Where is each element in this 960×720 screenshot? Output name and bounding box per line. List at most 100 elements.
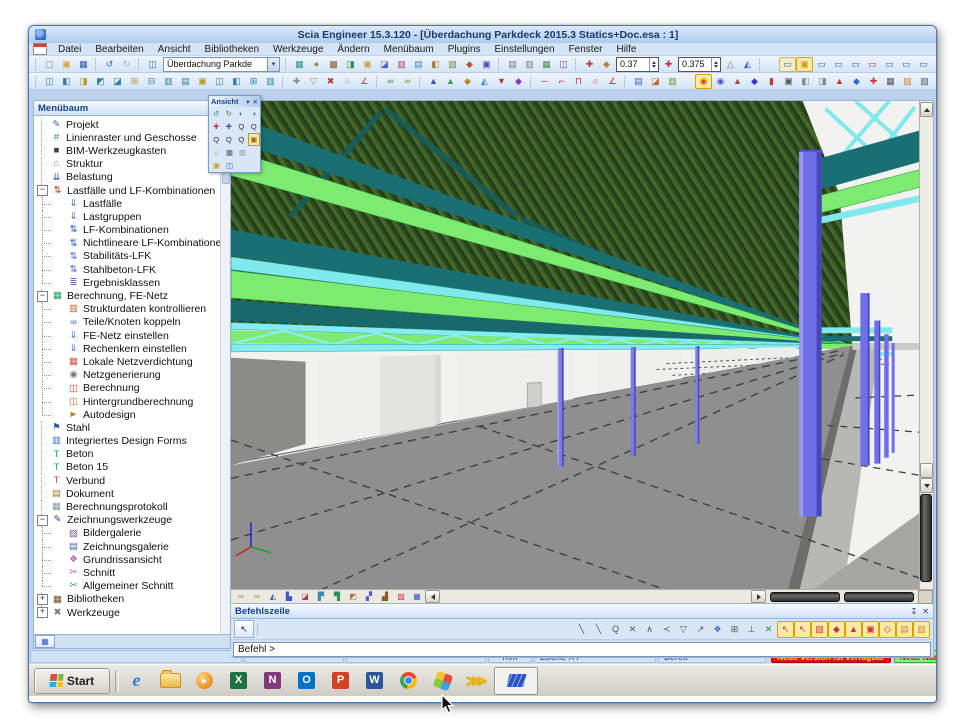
toolbar-grip[interactable] bbox=[35, 59, 38, 70]
section-tool-icon-11[interactable]: ◫ bbox=[211, 74, 228, 89]
ansicht-tool-4-1[interactable]: ☼ bbox=[210, 146, 223, 159]
snap-tool-icon-21[interactable]: ▥ bbox=[913, 621, 930, 638]
result-tool-icon-10[interactable]: ◆ bbox=[848, 74, 865, 89]
collapse-icon[interactable]: − bbox=[37, 291, 48, 302]
tree-item-bildergalerie[interactable]: ▧Bildergalerie bbox=[34, 527, 220, 540]
model-tool-icon-7[interactable]: ▥ bbox=[393, 57, 410, 72]
layer-tool-icon-4[interactable]: ▙ bbox=[281, 590, 297, 604]
model-tool-icon-12[interactable]: ▣ bbox=[478, 57, 495, 72]
tree-item-nichtlineare-lf-kombinationen[interactable]: ⇅Nichtlineare LF-Kombinationen bbox=[34, 237, 220, 250]
layer-tool-icon-2[interactable]: ∞ bbox=[249, 590, 265, 604]
section-tool-icon-14[interactable]: ▥ bbox=[262, 74, 279, 89]
layer-tool-icon-7[interactable]: ▜ bbox=[329, 590, 345, 604]
tree-item-berechnung-fe-netz[interactable]: −▦Berechnung, FE-Netz bbox=[34, 289, 220, 302]
snap-tool-icon-10[interactable]: ⊞ bbox=[726, 621, 743, 638]
start-button[interactable]: Start bbox=[34, 668, 110, 694]
toolbar-grip[interactable] bbox=[498, 59, 501, 70]
snap-tool-icon-18[interactable]: ▣ bbox=[862, 621, 879, 638]
tree-item-stahlbeton-lfk[interactable]: ⇅Stahlbeton-LFK bbox=[34, 263, 220, 276]
layer-tool-icon-10[interactable]: ▟ bbox=[377, 590, 393, 604]
taskbar-internet-explorer[interactable]: e bbox=[124, 668, 149, 694]
taskbar-chrome[interactable] bbox=[396, 668, 421, 694]
section-tool-icon-10[interactable]: ▣ bbox=[194, 74, 211, 89]
result-tool-icon-7[interactable]: ◧ bbox=[797, 74, 814, 89]
title-bar[interactable]: Scia Engineer 15.3.120 - [Überdachung Pa… bbox=[29, 26, 936, 43]
ansicht-tool-5-2[interactable]: ◫ bbox=[223, 159, 236, 172]
scroll-left-icon[interactable] bbox=[425, 590, 440, 603]
project-combo[interactable]: Überdachung Parkde ▾ bbox=[163, 57, 280, 72]
layer-tool-icon-1[interactable]: ∞ bbox=[233, 590, 249, 604]
result-tool-icon-4[interactable]: ◆ bbox=[746, 74, 763, 89]
section-tool-icon-4[interactable]: ◩ bbox=[92, 74, 109, 89]
scale-extra-icon-1[interactable]: △ bbox=[722, 57, 739, 72]
section-tool-icon-1[interactable]: ◫ bbox=[41, 74, 58, 89]
command-input[interactable]: Befehl > bbox=[233, 642, 931, 657]
tree-item-stabilit-ts-lfk[interactable]: ⇅Stabilitäts-LFK bbox=[34, 250, 220, 263]
taskbar-onenote[interactable]: N bbox=[260, 668, 285, 694]
select-tool-icon-2[interactable]: ▽ bbox=[305, 74, 322, 89]
tree-item-allgemeiner-schnitt[interactable]: ✂Allgemeiner Schnitt bbox=[34, 580, 220, 593]
scale-spinner-1[interactable]: 0.37 bbox=[616, 57, 659, 72]
taskbar-powerpoint[interactable]: P bbox=[328, 668, 353, 694]
scroll-right-icon[interactable] bbox=[751, 590, 766, 603]
tree-item-bibliotheken[interactable]: +▦Bibliotheken bbox=[34, 593, 220, 606]
section-tool-icon-13[interactable]: ⊞ bbox=[245, 74, 262, 89]
view-window-tool-icon-6[interactable]: ▭ bbox=[864, 57, 881, 72]
section-tool-icon-5[interactable]: ◪ bbox=[109, 74, 126, 89]
activity-tool-icon-4[interactable]: ◭ bbox=[476, 74, 493, 89]
combo-dropdown-icon[interactable]: ▾ bbox=[267, 58, 279, 71]
tree-item-dokument[interactable]: ▤Dokument bbox=[34, 487, 220, 500]
tree-item-hintergrundberechnung[interactable]: ◫Hintergrundberechnung bbox=[34, 395, 220, 408]
toolbar-grip[interactable] bbox=[95, 59, 98, 70]
taskbar-windows-explorer[interactable] bbox=[158, 668, 183, 694]
snap-tool-icon-1[interactable]: ╲ bbox=[573, 621, 590, 638]
menu-bearbeiten[interactable]: Bearbeiten bbox=[88, 44, 150, 55]
select-tool-icon-5[interactable]: ∠ bbox=[356, 74, 373, 89]
ansicht-tool-1-2[interactable]: ↻ bbox=[223, 107, 236, 120]
befehlszeile-header[interactable]: Befehlszeile ↧ ✕ bbox=[231, 604, 933, 619]
expand-icon[interactable]: + bbox=[37, 607, 48, 618]
section-tool-icon-12[interactable]: ◧ bbox=[228, 74, 245, 89]
result-tool-icon-3[interactable]: ▲ bbox=[729, 74, 746, 89]
tree-item-stahl[interactable]: ⚑Stahl bbox=[34, 421, 220, 434]
draw-tool-icon-2[interactable]: ⌐ bbox=[553, 74, 570, 89]
menu-fenster[interactable]: Fenster bbox=[562, 44, 610, 55]
ansicht-tool-3-1[interactable]: Q bbox=[210, 133, 223, 146]
tree-item-lf-kombinationen[interactable]: ⇅LF-Kombinationen bbox=[34, 224, 220, 237]
activity-tool-icon-1[interactable]: ▲ bbox=[425, 74, 442, 89]
tree-item-beton-15[interactable]: TBeton 15 bbox=[34, 461, 220, 474]
toolbar-grip[interactable] bbox=[759, 59, 762, 70]
expand-icon[interactable]: + bbox=[37, 594, 48, 605]
result-tool-icon-12[interactable]: ▦ bbox=[882, 74, 899, 89]
ansicht-tool-4-3[interactable]: ▨ bbox=[236, 146, 249, 159]
toolbar-grip[interactable] bbox=[282, 76, 285, 87]
snap-tool-icon-3[interactable]: Q bbox=[607, 621, 624, 638]
select-tool-icon-3[interactable]: ✖ bbox=[322, 74, 339, 89]
taskbar-excel[interactable]: X bbox=[226, 668, 251, 694]
snap-tool-icon-13[interactable]: ↖ bbox=[777, 621, 794, 638]
snap-tool-icon-6[interactable]: ≺ bbox=[658, 621, 675, 638]
model-tool-icon-4[interactable]: ◨ bbox=[342, 57, 359, 72]
link-tool-icon-2[interactable]: ∞ bbox=[399, 74, 416, 89]
ansicht-palette[interactable]: Ansicht ▾ ✕ ↺↻◐◑✚✚QQQQQ▣☼▩▨▣◫ bbox=[208, 95, 261, 173]
tree-item-grundrissansicht[interactable]: ❖Grundrissansicht bbox=[34, 553, 220, 566]
doc-tool-icon-2[interactable]: ◪ bbox=[647, 74, 664, 89]
tree-item-lokale-netzverdichtung[interactable]: ▦Lokale Netzverdichtung bbox=[34, 355, 220, 368]
misc-tool-icon-1[interactable]: ✚ bbox=[581, 57, 598, 72]
section-tool-icon-8[interactable]: ▥ bbox=[160, 74, 177, 89]
snap-tool-icon-7[interactable]: ▽ bbox=[675, 621, 692, 638]
view-window-tool-icon-10[interactable]: ▭ bbox=[932, 57, 936, 72]
snap-tool-icon-4[interactable]: ✕ bbox=[624, 621, 641, 638]
close-icon[interactable]: ✕ bbox=[922, 607, 929, 616]
viewport-vertical-scrollbar[interactable] bbox=[919, 101, 933, 590]
model-tool-icon-11[interactable]: ◆ bbox=[461, 57, 478, 72]
menu-einstellungen[interactable]: Einstellungen bbox=[488, 44, 562, 55]
spinner-up-down-icon[interactable] bbox=[649, 58, 658, 71]
draw-tool-icon-3[interactable]: ⊓ bbox=[570, 74, 587, 89]
snap-tool-icon-9[interactable]: ❖ bbox=[709, 621, 726, 638]
result-tool-icon-8[interactable]: ◨ bbox=[814, 74, 831, 89]
tree-item-lastf-lle-und-lf-kombinationen[interactable]: −⇅Lastfälle und LF-Kombinationen bbox=[34, 184, 220, 197]
tree-item-projekt[interactable]: ✎Projekt bbox=[34, 118, 220, 131]
taskbar-word[interactable]: W bbox=[362, 668, 387, 694]
palette-close-icon[interactable]: ✕ bbox=[253, 98, 258, 106]
